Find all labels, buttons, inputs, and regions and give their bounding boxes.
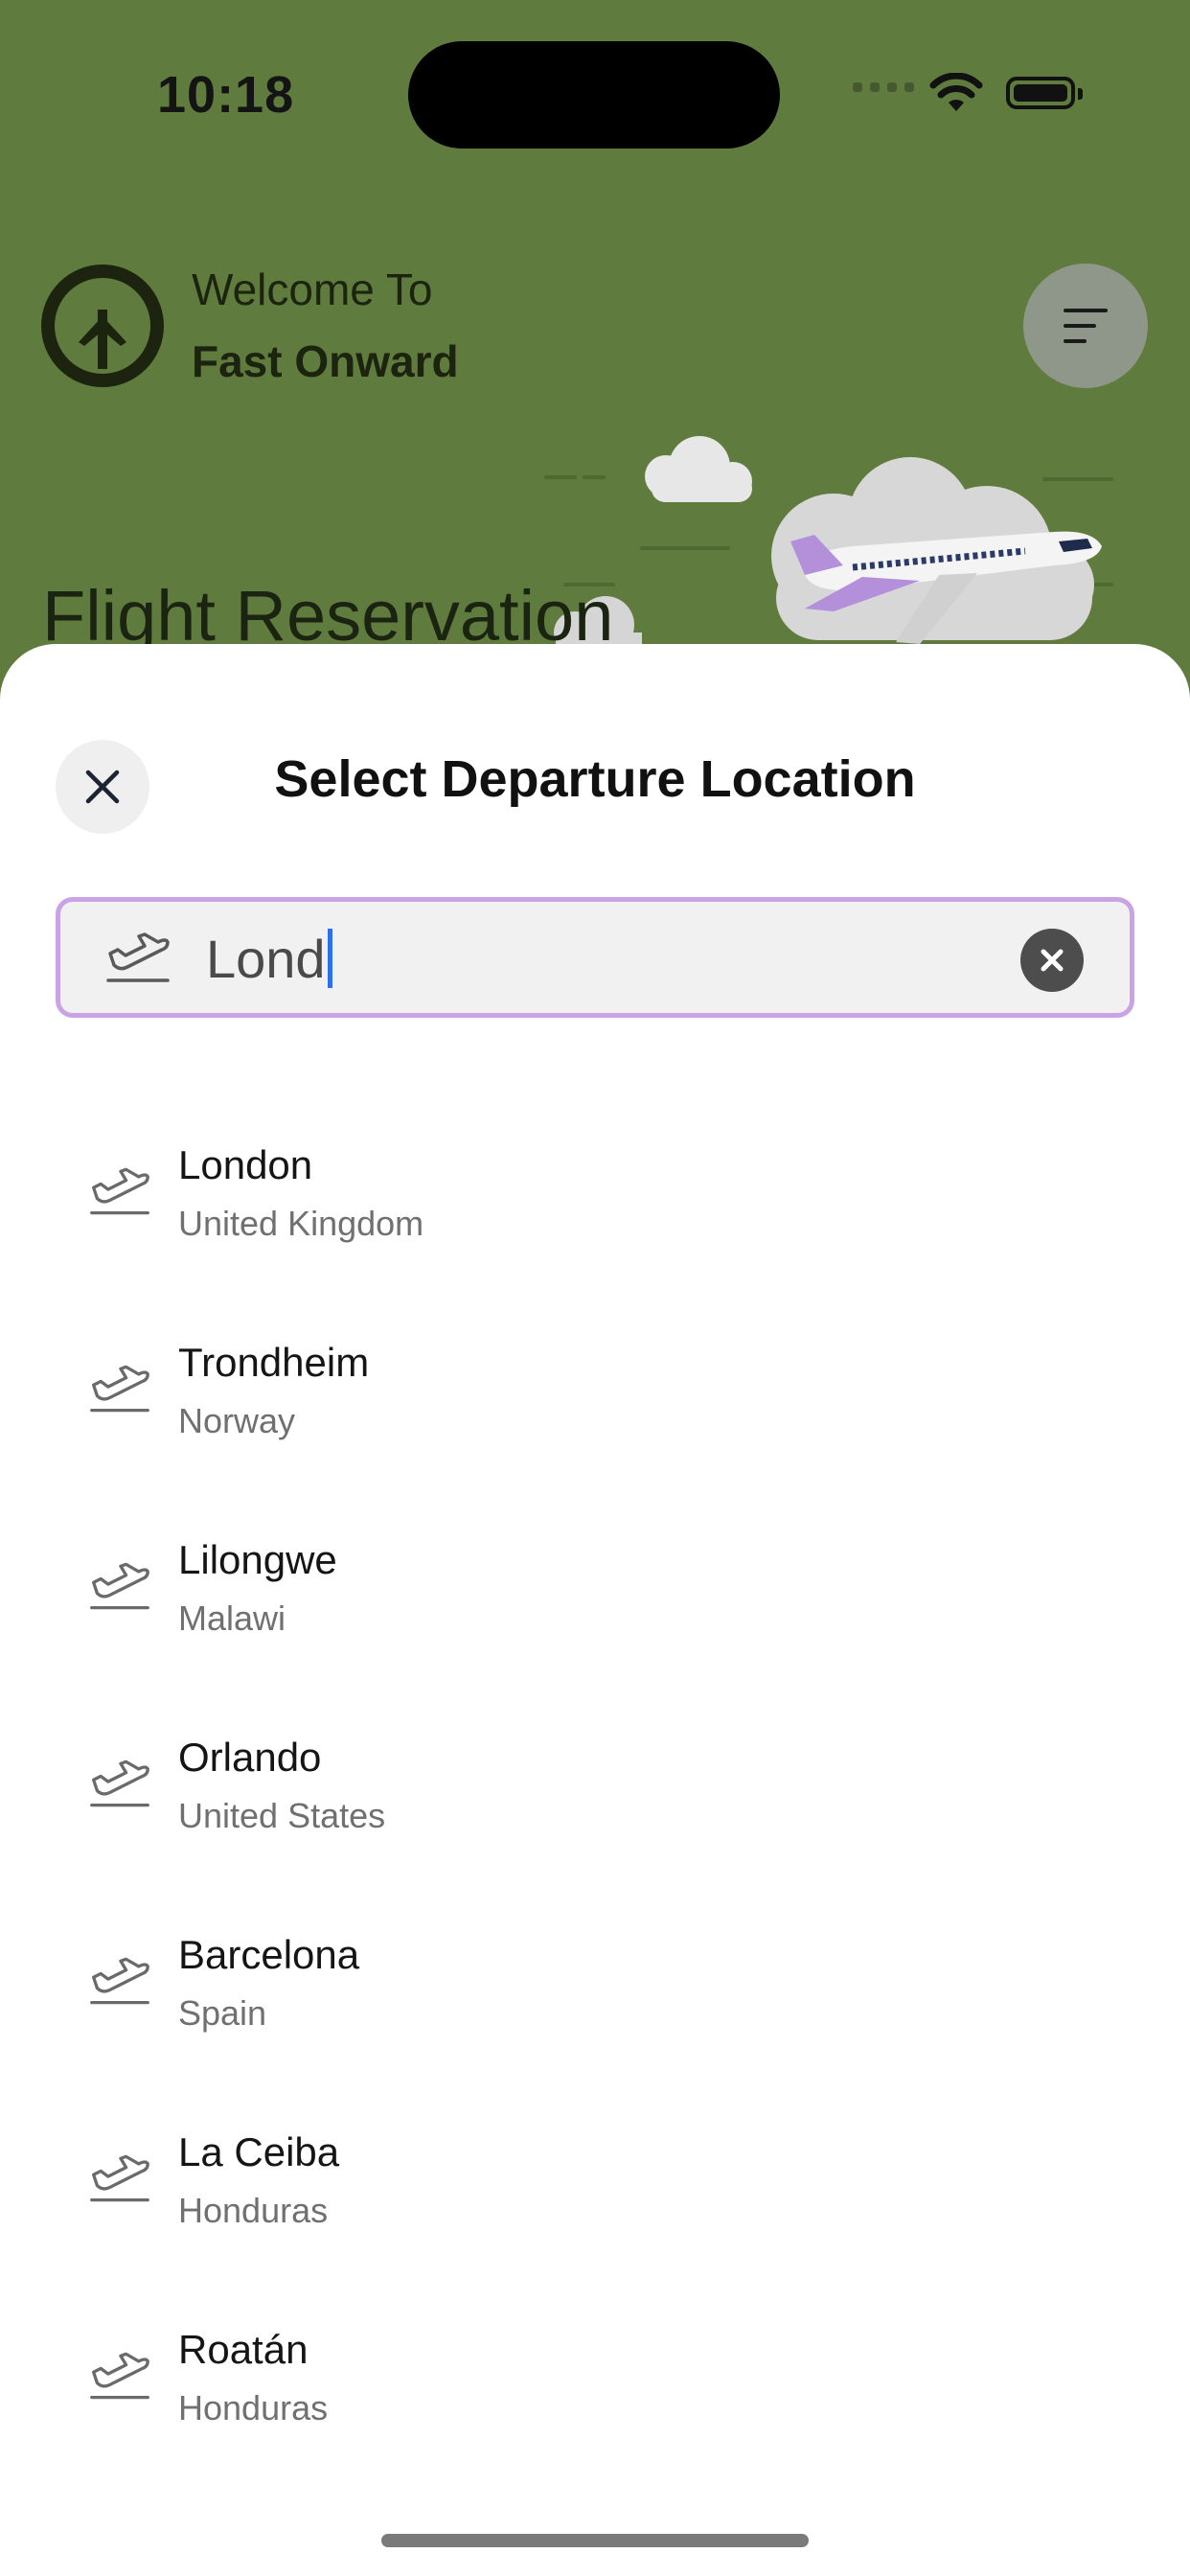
plane-departure-icon [90, 1167, 149, 1215]
text-caret [327, 929, 332, 988]
city-name: Roatán [178, 2327, 309, 2372]
search-input[interactable]: Lond [56, 897, 1134, 1018]
status-bar: 10:18 [0, 0, 1190, 192]
city-name: Barcelona [178, 1932, 360, 1977]
menu-button[interactable] [1023, 264, 1148, 388]
country-name: United States [178, 1796, 386, 1835]
country-name: Malawi [178, 1598, 286, 1638]
list-item[interactable]: Barcelona Spain [0, 1932, 1190, 2129]
search-value: Lond [206, 929, 326, 989]
city-name: Orlando [178, 1735, 322, 1780]
city-name: Lilongwe [178, 1537, 337, 1582]
plane-departure-icon [90, 1760, 149, 1807]
results-list: London United Kingdom Trondheim Norway L… [0, 1142, 1190, 2524]
menu-icon [1064, 309, 1108, 343]
city-name: London [178, 1142, 313, 1187]
plane-departure-icon [90, 1562, 149, 1610]
list-item[interactable]: La Ceiba Honduras [0, 2129, 1190, 2327]
city-name: La Ceiba [178, 2129, 340, 2174]
plane-departure-icon [90, 1365, 149, 1413]
tree-plane-logo-icon [41, 264, 164, 387]
list-item[interactable]: Orlando United States [0, 1735, 1190, 1932]
country-name: United Kingdom [178, 1204, 424, 1243]
city-name: Trondheim [178, 1340, 370, 1385]
sheet-title: Select Departure Location [274, 750, 916, 808]
list-item[interactable]: Roatán Honduras [0, 2327, 1190, 2524]
clear-icon [1041, 949, 1064, 972]
country-name: Spain [178, 1993, 267, 2033]
list-item[interactable]: London United Kingdom [0, 1142, 1190, 1340]
plane-departure-icon [90, 1957, 149, 2005]
list-item[interactable]: Trondheim Norway [0, 1340, 1190, 1537]
home-indicator[interactable] [381, 2534, 809, 2547]
signal-icon [853, 82, 914, 92]
welcome-text: Welcome To [192, 264, 433, 314]
dynamic-island [408, 41, 780, 149]
plane-departure-icon [90, 2352, 149, 2400]
country-name: Norway [178, 1401, 296, 1440]
clear-search-button[interactable] [1020, 929, 1084, 992]
country-name: Honduras [178, 2388, 329, 2427]
battery-icon [1006, 77, 1083, 109]
location-picker-sheet: Select Departure Location Lond London Un… [0, 644, 1190, 2576]
country-name: Honduras [178, 2191, 329, 2230]
wifi-icon [929, 73, 983, 111]
plane-departure-icon [106, 932, 170, 982]
status-time: 10:18 [157, 66, 295, 124]
brand-name: Fast Onward [192, 336, 459, 386]
plane-departure-icon [90, 2154, 149, 2202]
list-item[interactable]: Lilongwe Malawi [0, 1537, 1190, 1735]
